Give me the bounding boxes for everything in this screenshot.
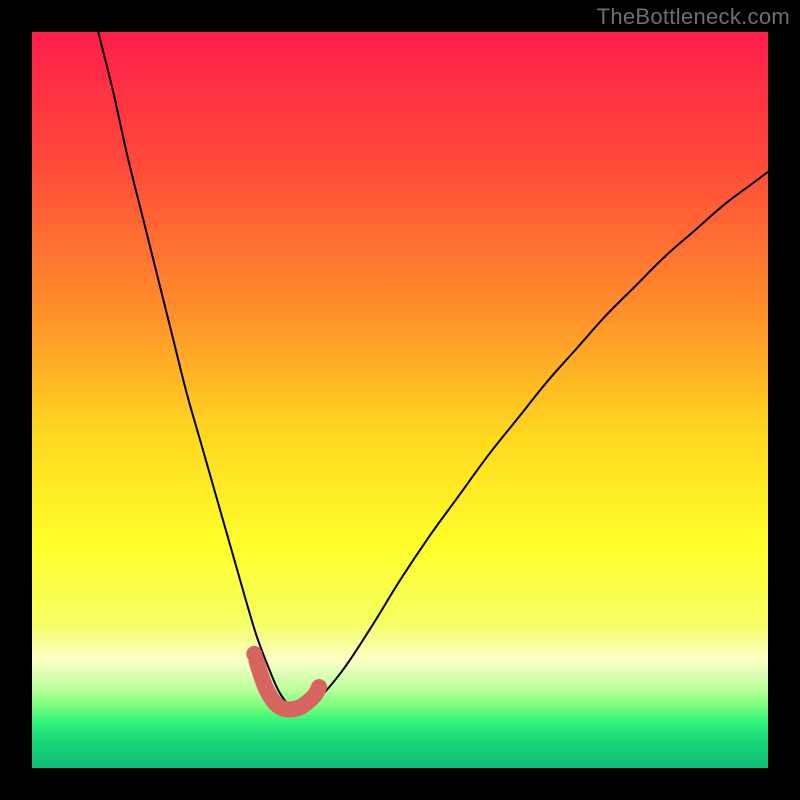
bottleneck-chart-svg <box>32 32 768 768</box>
plot-area <box>32 32 768 768</box>
chart-container: TheBottleneck.com <box>0 0 800 800</box>
watermark-text: TheBottleneck.com <box>597 4 790 30</box>
marker-dot <box>246 646 262 662</box>
gradient-background <box>32 32 768 768</box>
